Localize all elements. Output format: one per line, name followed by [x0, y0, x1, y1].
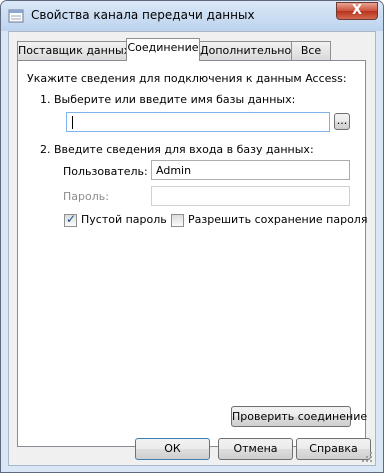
- tab-provider[interactable]: Поставщик данных: [17, 41, 131, 60]
- cancel-button[interactable]: Отмена: [218, 438, 293, 460]
- tab-advanced-label: Дополнительно: [200, 44, 292, 57]
- data-link-icon: [8, 9, 24, 23]
- browse-button-label: ...: [336, 114, 348, 127]
- user-value: Admin: [156, 164, 192, 177]
- tab-all[interactable]: Все: [291, 41, 331, 60]
- test-connection-label: Проверить соединение: [232, 410, 368, 423]
- ok-button-label: ОК: [164, 442, 181, 455]
- database-name-input[interactable]: [66, 112, 330, 132]
- tab-advanced[interactable]: Дополнительно: [199, 41, 292, 60]
- password-label: Пароль:: [63, 190, 109, 203]
- user-label: Пользователь:: [63, 165, 148, 178]
- step2-label: 2. Введите сведения для входа в базу дан…: [40, 143, 314, 156]
- blank-password-label[interactable]: Пустой пароль: [81, 213, 167, 226]
- connection-panel: Укажите сведения для подключения к данны…: [17, 60, 367, 447]
- checkmark-icon: ✓: [66, 212, 77, 226]
- close-button[interactable]: X: [336, 2, 378, 20]
- user-input[interactable]: Admin: [151, 160, 350, 180]
- intro-text: Укажите сведения для подключения к данны…: [27, 72, 347, 85]
- dialog-client-area: Поставщик данных Соединение Дополнительн…: [8, 31, 376, 466]
- password-input[interactable]: [151, 186, 350, 206]
- ok-button[interactable]: ОК: [135, 438, 210, 460]
- tab-connection[interactable]: Соединение: [126, 38, 200, 61]
- text-caret: [72, 116, 73, 129]
- close-icon: X: [351, 3, 363, 18]
- save-password-label[interactable]: Разрешить сохранение пароля: [188, 213, 367, 226]
- step1-label: 1. Выберите или введите имя базы данных:: [40, 93, 296, 106]
- browse-button[interactable]: ...: [334, 113, 350, 130]
- tab-connection-label: Соединение: [127, 41, 199, 54]
- window-title: Свойства канала передачи данных: [31, 8, 255, 22]
- cancel-button-label: Отмена: [233, 442, 278, 455]
- dialog-window: Свойства канала передачи данных X Постав…: [0, 0, 384, 473]
- help-button[interactable]: Справка: [296, 438, 371, 460]
- help-button-label: Справка: [309, 442, 358, 455]
- blank-password-checkbox[interactable]: ✓: [64, 212, 77, 227]
- save-password-checkbox[interactable]: [171, 214, 184, 227]
- title-bar[interactable]: Свойства канала передачи данных X: [1, 1, 383, 31]
- tab-all-label: Все: [300, 44, 322, 57]
- tab-provider-label: Поставщик данных: [18, 44, 131, 57]
- test-connection-button[interactable]: Проверить соединение: [231, 406, 367, 427]
- resize-grip-icon[interactable]: [362, 452, 372, 462]
